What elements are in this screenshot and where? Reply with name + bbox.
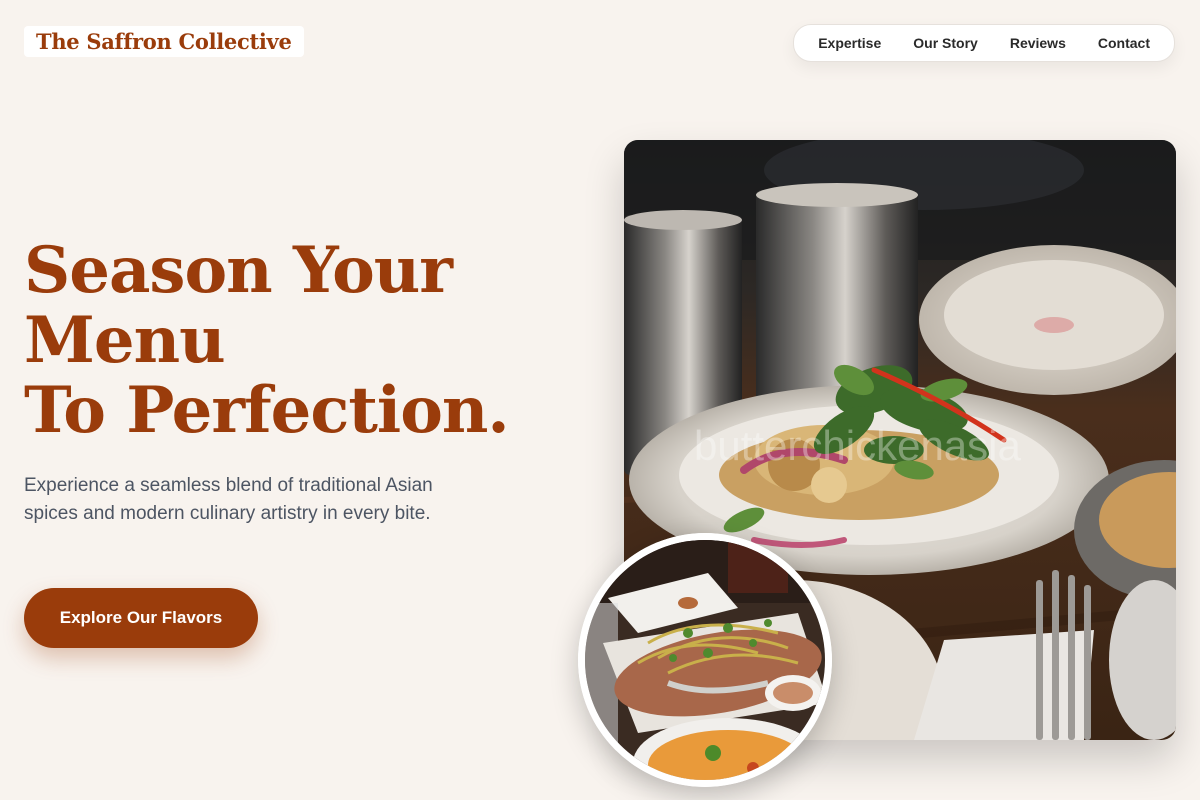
nav-item-contact[interactable]: Contact <box>1098 35 1150 51</box>
main-nav: Expertise Our Story Reviews Contact <box>793 24 1175 62</box>
hero-title: Season Your Menu To Perfection. <box>24 236 584 446</box>
nav-item-reviews[interactable]: Reviews <box>1010 35 1066 51</box>
nav-item-expertise[interactable]: Expertise <box>818 35 881 51</box>
hero-title-line-1: Season Your <box>24 233 453 308</box>
fried-fish-image <box>578 533 832 787</box>
fish-dish-photo <box>578 533 832 787</box>
hero-description: Experience a seamless blend of tradition… <box>24 475 433 524</box>
hero-title-line-3: To Perfection. <box>24 373 510 448</box>
hero-title-line-2: Menu <box>24 303 226 378</box>
brand-logo[interactable]: The Saffron Collective <box>24 26 304 57</box>
nav-item-our-story[interactable]: Our Story <box>913 35 978 51</box>
image-watermark: butterchickenasia <box>694 422 1021 469</box>
explore-flavors-button[interactable]: Explore Our Flavors <box>24 588 258 648</box>
